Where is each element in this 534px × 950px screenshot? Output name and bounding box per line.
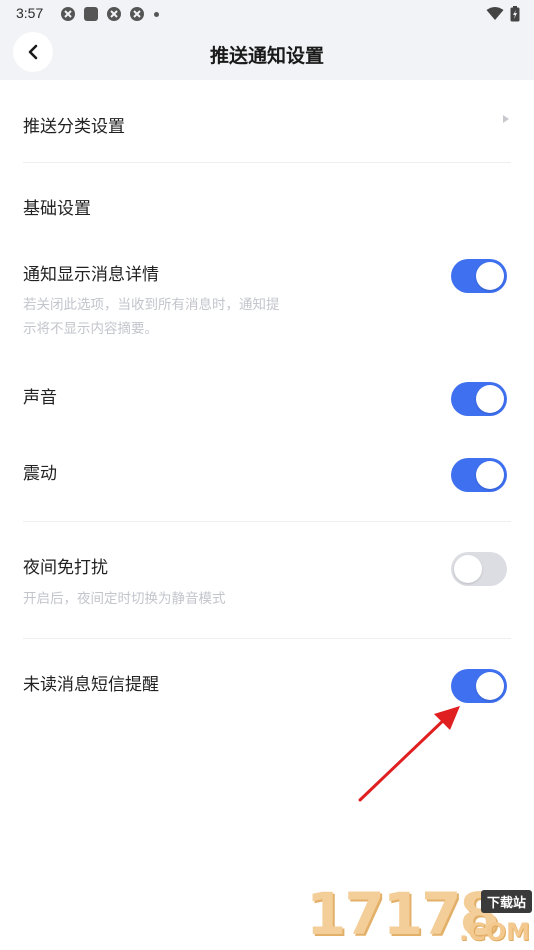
toggle-knob	[476, 461, 504, 489]
show-details-desc-line1: 若关闭此选项，当收到所有消息时，通知提	[23, 297, 280, 313]
app-notification-icon	[130, 7, 144, 21]
status-time: 3:57	[16, 5, 44, 21]
show-details-toggle[interactable]	[451, 259, 507, 293]
unread-sms-toggle[interactable]	[451, 669, 507, 703]
night-dnd-label: 夜间免打扰	[23, 558, 108, 578]
night-dnd-toggle[interactable]	[451, 552, 507, 586]
app-notification-icon	[61, 7, 75, 21]
toggle-knob	[476, 385, 504, 413]
square-notification-icon	[84, 7, 98, 21]
push-category-label: 推送分类设置	[23, 117, 125, 137]
status-bar: 3:57	[0, 0, 534, 28]
toggle-knob	[454, 555, 482, 583]
toggle-knob	[476, 672, 504, 700]
watermark-badge: 下载站	[480, 890, 532, 913]
app-notification-icon	[107, 7, 121, 21]
divider	[23, 162, 511, 163]
battery-charging-icon	[510, 6, 520, 22]
watermark-domain: .COM	[458, 918, 530, 946]
status-system-icons	[486, 6, 520, 22]
more-dot-icon	[154, 11, 159, 17]
header-bar: 推送通知设置	[0, 28, 534, 80]
show-details-label: 通知显示消息详情	[23, 265, 159, 285]
vibrate-toggle[interactable]	[451, 458, 507, 492]
basic-settings-title: 基础设置	[23, 199, 91, 219]
toggle-knob	[476, 262, 504, 290]
show-details-description: 若关闭此选项，当收到所有消息时，通知提 示将不显示内容摘要。	[23, 293, 313, 341]
divider	[23, 521, 511, 522]
sound-toggle[interactable]	[451, 382, 507, 416]
status-notification-icons	[60, 6, 159, 22]
night-dnd-description: 开启后，夜间定时切换为静音模式	[23, 591, 226, 607]
show-details-desc-line2: 示将不显示内容摘要。	[23, 321, 158, 337]
annotation-arrow-icon	[358, 706, 460, 802]
push-category-settings-row[interactable]: 推送分类设置	[0, 80, 534, 162]
unread-sms-label: 未读消息短信提醒	[23, 675, 159, 695]
chevron-right-icon	[503, 115, 509, 123]
phone-screen: 3:57 推送通知设置 推送分类设置 基础设置 通知显示消息详情 若关闭此选项，…	[0, 0, 534, 950]
divider	[23, 638, 511, 639]
page-title: 推送通知设置	[209, 45, 324, 67]
vibrate-label: 震动	[23, 464, 57, 484]
watermark-logo: 17178 下载站 .COM	[304, 880, 534, 950]
sound-label: 声音	[23, 388, 57, 408]
wifi-icon	[486, 7, 504, 20]
